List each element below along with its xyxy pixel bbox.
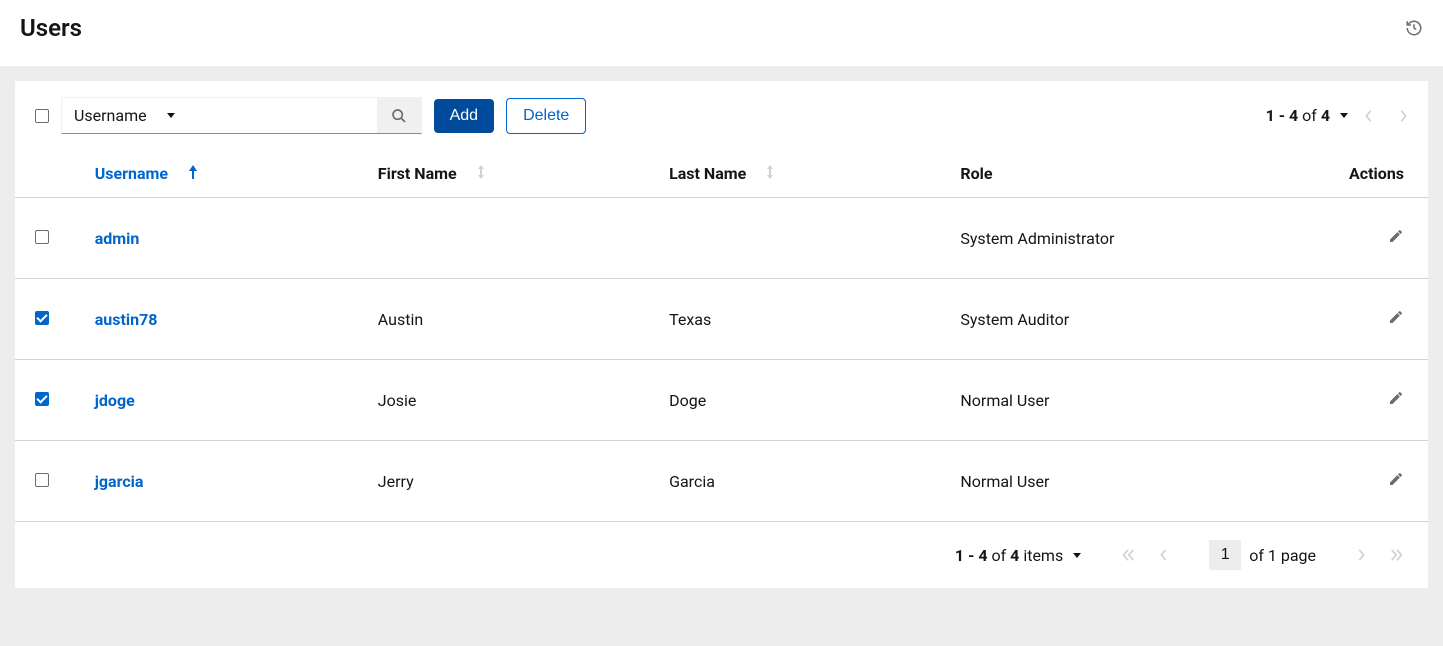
history-icon[interactable] [1405, 19, 1423, 37]
row-checkbox[interactable] [35, 230, 49, 244]
add-button[interactable]: Add [434, 99, 494, 133]
cell-first-name: Jerry [358, 441, 649, 522]
cell-role: System Auditor [940, 279, 1329, 360]
column-header-role: Role [940, 150, 1329, 198]
prev-page-icon[interactable] [1364, 109, 1374, 123]
cell-first-name: Josie [358, 360, 649, 441]
username-link[interactable]: admin [95, 229, 140, 248]
column-header-username[interactable]: Username [75, 150, 358, 198]
next-page-icon[interactable] [1398, 109, 1408, 123]
search-input[interactable] [187, 98, 377, 133]
cell-last-name: Doge [649, 360, 940, 441]
cell-role: System Administrator [940, 198, 1329, 279]
edit-icon[interactable] [1388, 310, 1404, 329]
table-row: jdoge Josie Doge Normal User [15, 360, 1428, 441]
table-row: jgarcia Jerry Garcia Normal User [15, 441, 1428, 522]
filter-field-label: Username [74, 106, 147, 125]
page-number-input[interactable] [1209, 540, 1241, 570]
prev-page-icon[interactable] [1159, 548, 1169, 562]
sort-asc-icon [188, 168, 198, 183]
cell-last-name [649, 198, 940, 279]
first-page-icon[interactable] [1121, 548, 1135, 562]
footer-items-range: 1 - 4 [955, 546, 988, 565]
row-checkbox[interactable] [35, 392, 49, 406]
table-row: austin78 Austin Texas System Auditor [15, 279, 1428, 360]
edit-icon[interactable] [1388, 229, 1404, 248]
cell-first-name: Austin [358, 279, 649, 360]
username-link[interactable]: jdoge [95, 391, 135, 410]
edit-icon[interactable] [1388, 391, 1404, 410]
filter-field-dropdown[interactable]: Username [62, 98, 187, 133]
cell-first-name [358, 198, 649, 279]
column-header-actions: Actions [1329, 150, 1428, 198]
footer-items-label: items [1023, 546, 1063, 565]
sort-icon [477, 168, 485, 183]
username-link[interactable]: austin78 [95, 310, 158, 329]
cell-role: Normal User [940, 441, 1329, 522]
page-title: Users [20, 14, 82, 42]
caret-down-icon [167, 113, 175, 118]
select-all-checkbox[interactable] [35, 109, 49, 123]
search-button[interactable] [377, 98, 421, 133]
footer-items-total: 4 [1010, 546, 1019, 565]
username-link[interactable]: jgarcia [95, 472, 144, 491]
caret-down-icon [1340, 113, 1348, 118]
pagination-total: 4 [1321, 106, 1330, 125]
edit-icon[interactable] [1388, 472, 1404, 491]
footer-items-summary[interactable]: 1 - 4 of 4 items [955, 546, 1081, 565]
footer-items-of: of [992, 546, 1007, 565]
cell-role: Normal User [940, 360, 1329, 441]
delete-button[interactable]: Delete [506, 98, 586, 134]
row-checkbox[interactable] [35, 311, 49, 325]
search-icon [391, 108, 407, 124]
cell-last-name: Texas [649, 279, 940, 360]
last-page-icon[interactable] [1390, 548, 1404, 562]
next-page-icon[interactable] [1356, 548, 1366, 562]
page-of-label: of 1 page [1249, 546, 1316, 565]
pagination-of: of [1302, 106, 1317, 125]
row-checkbox[interactable] [35, 473, 49, 487]
pagination-range: 1 - 4 [1266, 106, 1299, 125]
pagination-summary[interactable]: 1 - 4 of 4 [1266, 106, 1348, 125]
cell-last-name: Garcia [649, 441, 940, 522]
column-header-last-name[interactable]: Last Name [649, 150, 940, 198]
caret-down-icon [1073, 553, 1081, 558]
table-row: admin System Administrator [15, 198, 1428, 279]
column-header-first-name[interactable]: First Name [358, 150, 649, 198]
sort-icon [766, 168, 774, 183]
